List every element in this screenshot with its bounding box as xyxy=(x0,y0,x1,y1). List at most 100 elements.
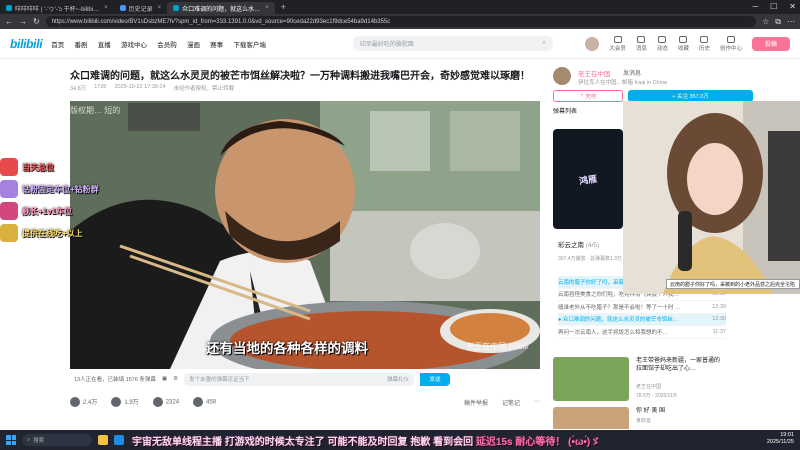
danmaku-etiquette-link[interactable]: 弹幕礼仪 xyxy=(387,375,409,383)
recommendation-title[interactable]: 你 好 美 国 xyxy=(636,407,723,415)
browser-tab-1[interactable]: 咩咩咩咩 ( '-'ヮ'-'ɔ 干杯~-bilibi… × xyxy=(0,2,114,14)
search-input[interactable]: 印尼最好吃的骆驼面 ⌕ xyxy=(352,36,553,51)
list-item[interactable]: 缝谁老外从不吃腊子？那是不会啦！等了一十时 … 12:39 xyxy=(558,301,726,314)
recommendation-stats: 78.8万 · 2025/11/5 xyxy=(636,393,678,399)
nav-anime[interactable]: 番剧 xyxy=(75,42,88,49)
close-tab-icon[interactable]: × xyxy=(158,5,162,11)
maximize-icon[interactable]: ☐ xyxy=(770,2,777,11)
publish-date: 2025-10-22 17:36:14 xyxy=(114,84,166,90)
header-creator[interactable]: 创作中心 xyxy=(720,35,742,52)
bilibili-logo[interactable]: bilibili xyxy=(10,37,43,51)
vip-icon xyxy=(613,35,622,43)
header-message[interactable]: 消息 xyxy=(636,35,647,52)
favorite-button[interactable]: 2324 xyxy=(152,397,179,408)
send-danmaku-button[interactable]: 发送 xyxy=(420,372,451,386)
browser-icon[interactable] xyxy=(114,435,124,445)
like-button[interactable]: 2.4万 xyxy=(70,397,97,408)
menu-icon[interactable]: ⋯ xyxy=(787,17,795,27)
recommendation-author[interactable]: 老王在中国 xyxy=(636,383,661,390)
share-button[interactable]: 458 xyxy=(193,397,216,408)
danmaku-overlay: 版权期… 短的 xyxy=(70,106,121,115)
extensions-icon[interactable]: ⧉ xyxy=(775,17,781,27)
taskbar-search[interactable]: ⌕ 搜索 xyxy=(22,434,92,446)
collection-cover[interactable]: 鸿雁 xyxy=(553,129,623,229)
star-icon[interactable]: ☆ xyxy=(762,17,769,27)
close-window-icon[interactable]: ✕ xyxy=(789,2,796,11)
danmaku-placeholder: 发个友善的弹幕见证当下 xyxy=(189,377,250,383)
list-item[interactable]: ● 众口难调的问题，就这么水灵灵的被芒市饵丝… 12:30 xyxy=(558,313,726,326)
stream-caption: 云南的腊子你好了吗，采薇到的小老外品尝之后完全沦陷 xyxy=(666,279,800,289)
report-button[interactable]: 稿件举报 xyxy=(464,398,488,407)
minimize-icon[interactable]: ─ xyxy=(752,2,758,11)
recommendation-card[interactable]: 你 好 美 国 食启宜 xyxy=(553,407,723,429)
windows-start-icon[interactable] xyxy=(6,435,16,445)
new-tab-button[interactable]: + xyxy=(275,2,292,12)
danmaku-toggle-icon[interactable]: ▣ xyxy=(162,376,167,382)
gift-tier: 舰长+1v1车位 xyxy=(0,200,130,222)
gift-tier: 钻粉固定车位+钻粉群 xyxy=(0,178,130,200)
more-icon[interactable]: ⋯ xyxy=(534,398,540,407)
nav-manga[interactable]: 漫画 xyxy=(187,42,200,49)
gift-tier: 提供在线吃+以上 xyxy=(0,222,130,244)
list-item[interactable]: 再问一次云南人，这手抓饭怎么和我想的不… 11:37 xyxy=(558,326,726,339)
close-tab-icon[interactable]: × xyxy=(104,5,108,11)
forward-icon[interactable]: → xyxy=(19,17,27,26)
header-vip[interactable]: 大会员 xyxy=(609,35,626,52)
video-frame xyxy=(70,101,540,369)
file-explorer-icon[interactable] xyxy=(98,435,108,445)
browser-tab-3[interactable]: 众口难调的问题，就这么水… × xyxy=(167,2,275,14)
main-nav: 首页 番剧 直播 游戏中心 会员购 漫画 赛事 下载客户端 xyxy=(51,39,274,49)
send-message-button[interactable]: 发消息 xyxy=(623,68,641,77)
recommendation-title[interactable]: 老王带爸妈来新疆，一家普通的拉面馆子却吃出了心… xyxy=(636,357,724,373)
rocket-icon xyxy=(0,202,18,220)
header-favorite[interactable]: 收藏 xyxy=(678,35,689,52)
charge-button[interactable]: ⚡ 充电 xyxy=(553,90,623,102)
nav-mall[interactable]: 会员购 xyxy=(157,42,177,49)
site-header: bilibili 首页 番剧 直播 游戏中心 会员购 漫画 赛事 下载客户端 印… xyxy=(0,29,800,59)
upload-button[interactable]: 投稿 xyxy=(752,36,790,51)
nav-game-center[interactable]: 游戏中心 xyxy=(121,42,147,49)
nav-download-client[interactable]: 下载客户端 xyxy=(233,42,266,49)
danmaku-count: 1726 xyxy=(94,84,107,90)
streamer-webcam xyxy=(623,101,800,294)
nav-esports[interactable]: 赛事 xyxy=(210,42,223,49)
recommendation-thumbnail[interactable] xyxy=(553,407,629,429)
header-dynamic[interactable]: 动态 xyxy=(657,35,668,52)
danmaku-settings-icon[interactable]: ⚙ xyxy=(173,376,178,382)
recommendation-author[interactable]: 食启宜 xyxy=(636,417,651,424)
online-count: 13人正在看，已装填 1576 条弹幕 xyxy=(74,377,156,383)
notes-button[interactable]: 记笔记 xyxy=(502,398,520,407)
search-icon[interactable]: ⌕ xyxy=(543,40,546,47)
video-player[interactable]: 版权期… 短的 还有当地的各种各样的调料 老王在中国 bilibili xyxy=(70,101,540,369)
recommendation-card[interactable]: 老王带爸妈来新疆，一家普通的拉面馆子却吃出了心… 老王在中国 78.8万 · 2… xyxy=(553,357,723,401)
danmaku-list-header[interactable]: 弹幕列表 xyxy=(553,106,628,118)
collection-title[interactable]: 彩云之南 (4/5) xyxy=(558,239,599,249)
nav-live[interactable]: 直播 xyxy=(98,42,111,49)
header-history[interactable]: 历史 xyxy=(699,35,710,52)
favorite-icon xyxy=(679,35,688,43)
view-count: 34.8万 xyxy=(70,86,87,92)
taskbar-clock[interactable]: 19:01 2025/11/25 xyxy=(767,432,794,446)
bilibili-favicon-icon xyxy=(6,5,12,11)
close-tab-icon[interactable]: × xyxy=(265,5,269,11)
danmaku-input[interactable]: 发个友善的弹幕见证当下 弹幕礼仪 xyxy=(184,372,415,386)
uploader-avatar[interactable] xyxy=(553,67,571,85)
webcam-frame xyxy=(623,101,800,294)
reload-icon[interactable]: ↻ xyxy=(33,17,40,26)
coin-button[interactable]: 1.9万 xyxy=(111,397,139,408)
recommendation-thumbnail[interactable] xyxy=(553,357,629,401)
nav-home[interactable]: 首页 xyxy=(51,42,64,49)
back-icon[interactable]: ← xyxy=(5,17,13,26)
browser-tab-2[interactable]: 历史记录 × xyxy=(114,2,168,14)
stream-marquee: 宇宙无敌单线程主播 打游戏的时候太专注了 可能不能及时回复 抱歉 看到会回 延迟… xyxy=(132,437,601,448)
browser-tab-strip: 咩咩咩咩 ( '-'ヮ'-'ɔ 干杯~-bilibi… × 历史记录 × 众口难… xyxy=(0,0,800,14)
crown-icon xyxy=(0,224,18,242)
address-bar: ← → ↻ https://www.bilibili.com/video/BV1… xyxy=(0,14,800,29)
user-avatar[interactable] xyxy=(585,36,600,51)
message-icon xyxy=(637,35,646,43)
danmaku-send-bar: 13人正在看，已装填 1576 条弹幕 ▣ ⚙ 发个友善的弹幕见证当下 弹幕礼仪… xyxy=(70,369,540,389)
video-subtitle: 还有当地的各种各样的调料 xyxy=(206,341,368,356)
url-input[interactable]: https://www.bilibili.com/video/BV1sDsbzM… xyxy=(45,16,757,27)
uploader-name[interactable]: 老王在中国 xyxy=(578,68,611,78)
video-meta: 34.8万 1726 2025-10-22 17:36:14 未经作者授权，禁止… xyxy=(70,84,234,92)
